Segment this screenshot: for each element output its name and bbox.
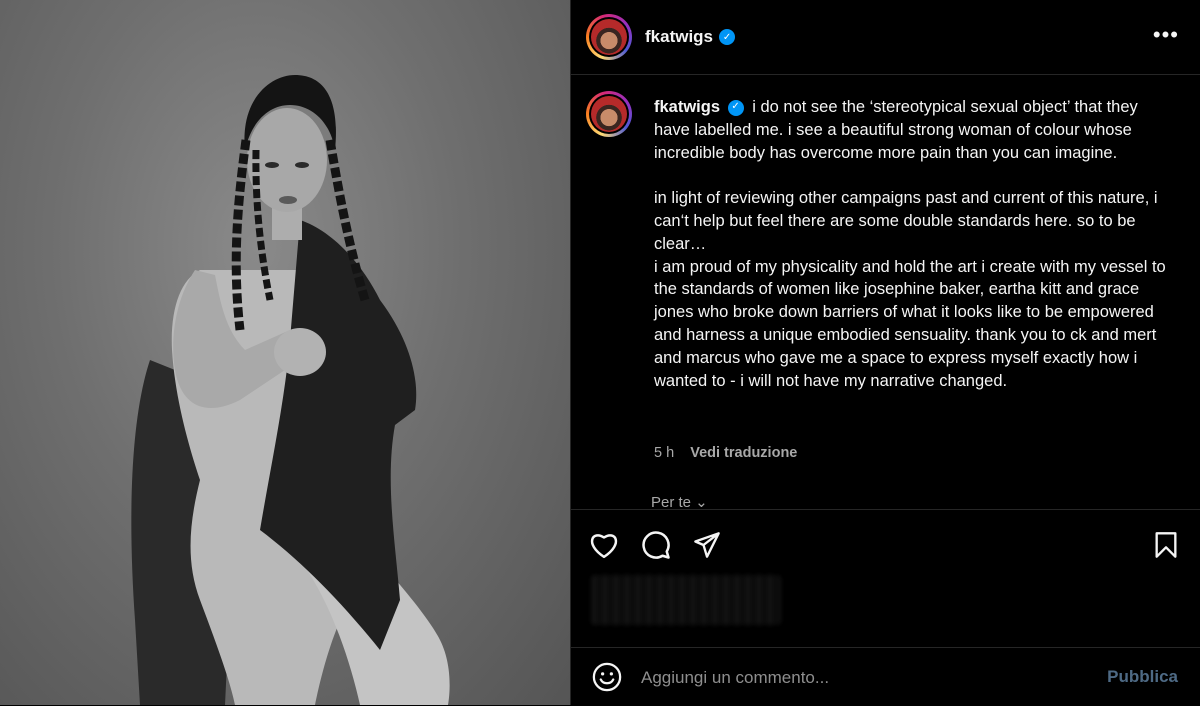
caption-paragraph-3: i am proud of my physicality and hold th… bbox=[654, 257, 1166, 390]
caption-paragraph-1: i do not see the ‘stereotypical sexual o… bbox=[654, 98, 1138, 162]
see-translation-link[interactable]: Vedi traduzione bbox=[690, 445, 797, 461]
author-username[interactable]: fkatwigs bbox=[645, 27, 713, 47]
verified-badge-icon: ✓ bbox=[719, 29, 736, 45]
action-bar bbox=[571, 509, 1200, 580]
more-options-icon[interactable]: ••• bbox=[1153, 24, 1179, 46]
heart-icon[interactable] bbox=[587, 528, 621, 562]
comment-icon[interactable] bbox=[639, 528, 673, 562]
post-side-panel: fkatwigs ✓ ••• fkatwigs ✓ i do not see t… bbox=[570, 0, 1200, 705]
comment-input[interactable] bbox=[639, 664, 1083, 692]
comment-bar: Pubblica bbox=[571, 647, 1200, 706]
author-avatar[interactable] bbox=[586, 14, 632, 60]
caption-verified-badge-icon: ✓ bbox=[727, 99, 744, 116]
caption-area: fkatwigs ✓ i do not see the ‘stereotypic… bbox=[571, 75, 1200, 508]
caption-paragraph-2: in light of reviewing other campaigns pa… bbox=[654, 189, 1158, 253]
bookmark-icon[interactable] bbox=[1149, 528, 1183, 562]
caption-meta: 5 h Vedi traduzione bbox=[654, 445, 797, 461]
likes-blurred bbox=[591, 575, 781, 625]
publish-button[interactable]: Pubblica bbox=[1107, 667, 1178, 687]
post-photo[interactable] bbox=[0, 0, 570, 705]
post-timestamp[interactable]: 5 h bbox=[654, 445, 674, 461]
truncated-next-line: Per te ⌄ bbox=[651, 494, 708, 508]
post-header: fkatwigs ✓ ••• bbox=[571, 0, 1200, 75]
caption-text: fkatwigs ✓ i do not see the ‘stereotypic… bbox=[654, 96, 1174, 392]
smiley-icon[interactable] bbox=[592, 662, 622, 692]
caption-avatar[interactable] bbox=[586, 91, 632, 137]
caption-username[interactable]: fkatwigs bbox=[654, 98, 720, 116]
photo-illustration bbox=[131, 75, 450, 705]
share-icon[interactable] bbox=[690, 528, 724, 562]
